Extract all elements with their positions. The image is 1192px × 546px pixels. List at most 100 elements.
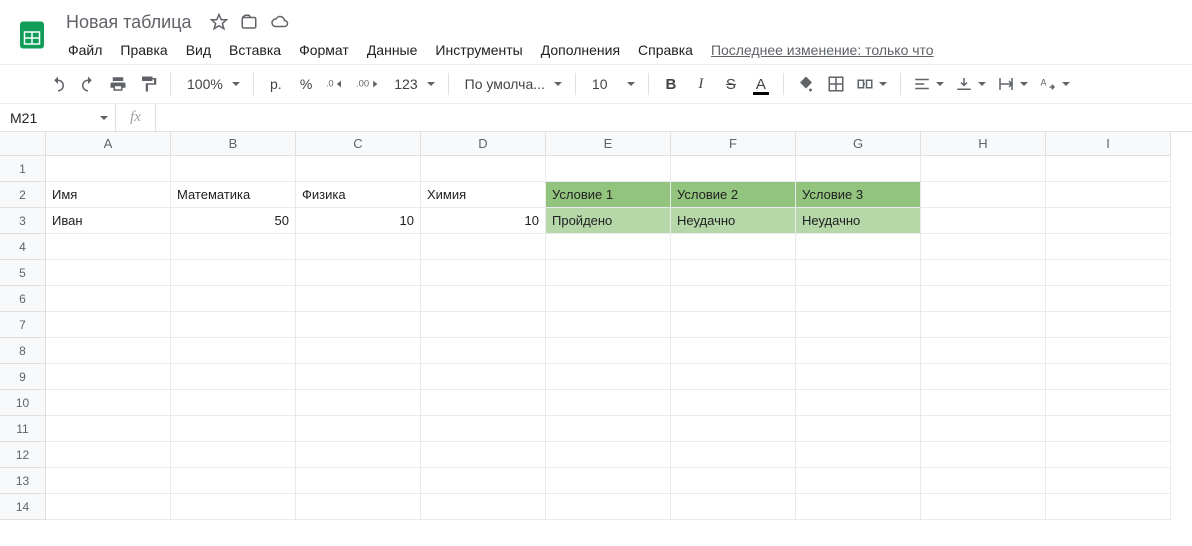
- cell[interactable]: [421, 364, 546, 390]
- menu-data[interactable]: Данные: [359, 38, 426, 62]
- cell[interactable]: [171, 234, 296, 260]
- menu-view[interactable]: Вид: [178, 38, 219, 62]
- menu-addons[interactable]: Дополнения: [533, 38, 628, 62]
- cell[interactable]: [671, 494, 796, 520]
- cloud-status-icon[interactable]: [270, 13, 290, 31]
- cell[interactable]: [296, 234, 421, 260]
- cell[interactable]: [1046, 208, 1171, 234]
- cell[interactable]: [296, 312, 421, 338]
- cell[interactable]: Условие 1: [546, 182, 671, 208]
- cell[interactable]: [171, 364, 296, 390]
- cell[interactable]: [921, 156, 1046, 182]
- menu-tools[interactable]: Инструменты: [427, 38, 530, 62]
- cell[interactable]: [546, 286, 671, 312]
- cell[interactable]: [296, 390, 421, 416]
- cell[interactable]: [296, 260, 421, 286]
- column-header[interactable]: A: [46, 132, 171, 156]
- cell[interactable]: [796, 442, 921, 468]
- cell[interactable]: [46, 312, 171, 338]
- text-rotation-button[interactable]: A: [1035, 70, 1075, 98]
- cell[interactable]: [46, 390, 171, 416]
- cell[interactable]: [296, 442, 421, 468]
- cell[interactable]: [921, 442, 1046, 468]
- cell[interactable]: [171, 494, 296, 520]
- cell[interactable]: [671, 442, 796, 468]
- menu-edit[interactable]: Правка: [112, 38, 175, 62]
- column-header[interactable]: E: [546, 132, 671, 156]
- cell[interactable]: [296, 416, 421, 442]
- cell[interactable]: Условие 2: [671, 182, 796, 208]
- cell[interactable]: Неудачно: [796, 208, 921, 234]
- paint-format-button[interactable]: [134, 70, 162, 98]
- cell[interactable]: [796, 364, 921, 390]
- cell[interactable]: [171, 390, 296, 416]
- cell[interactable]: Неудачно: [671, 208, 796, 234]
- cell[interactable]: [171, 286, 296, 312]
- row-header[interactable]: 6: [0, 286, 46, 312]
- cell[interactable]: [421, 442, 546, 468]
- cell[interactable]: [1046, 286, 1171, 312]
- cell[interactable]: [546, 156, 671, 182]
- cell[interactable]: [296, 494, 421, 520]
- strikethrough-button[interactable]: S: [717, 70, 745, 98]
- cell[interactable]: [46, 234, 171, 260]
- cell[interactable]: [796, 156, 921, 182]
- cell[interactable]: [796, 338, 921, 364]
- cell[interactable]: [46, 468, 171, 494]
- cell[interactable]: [1046, 156, 1171, 182]
- cell[interactable]: [1046, 338, 1171, 364]
- cell[interactable]: [921, 234, 1046, 260]
- cell[interactable]: Иван: [46, 208, 171, 234]
- decrease-decimal-button[interactable]: .0: [322, 70, 350, 98]
- cell[interactable]: [1046, 312, 1171, 338]
- row-header[interactable]: 14: [0, 494, 46, 520]
- cell[interactable]: [546, 494, 671, 520]
- cell[interactable]: [421, 468, 546, 494]
- cell[interactable]: [796, 234, 921, 260]
- cell[interactable]: [671, 390, 796, 416]
- cell[interactable]: [296, 338, 421, 364]
- cell[interactable]: Физика: [296, 182, 421, 208]
- cell[interactable]: [1046, 260, 1171, 286]
- column-header[interactable]: I: [1046, 132, 1171, 156]
- doc-title[interactable]: Новая таблица: [60, 10, 198, 35]
- cell[interactable]: [296, 286, 421, 312]
- cell[interactable]: [921, 390, 1046, 416]
- cell[interactable]: [421, 338, 546, 364]
- cell[interactable]: [171, 468, 296, 494]
- text-wrap-button[interactable]: [993, 70, 1033, 98]
- cell[interactable]: [46, 494, 171, 520]
- italic-button[interactable]: I: [687, 70, 715, 98]
- cell[interactable]: [796, 494, 921, 520]
- cell[interactable]: [421, 234, 546, 260]
- row-header[interactable]: 13: [0, 468, 46, 494]
- font-select[interactable]: По умолча...: [457, 70, 567, 98]
- cell[interactable]: [546, 234, 671, 260]
- horizontal-align-button[interactable]: [909, 70, 949, 98]
- cell[interactable]: [1046, 468, 1171, 494]
- column-header[interactable]: D: [421, 132, 546, 156]
- cell[interactable]: [921, 364, 1046, 390]
- text-color-button[interactable]: A: [747, 70, 775, 98]
- cell[interactable]: [46, 442, 171, 468]
- bold-button[interactable]: B: [657, 70, 685, 98]
- cell[interactable]: [546, 390, 671, 416]
- column-header[interactable]: B: [171, 132, 296, 156]
- vertical-align-button[interactable]: [951, 70, 991, 98]
- cell[interactable]: Химия: [421, 182, 546, 208]
- cell[interactable]: [796, 390, 921, 416]
- cell[interactable]: [921, 286, 1046, 312]
- cell[interactable]: [421, 390, 546, 416]
- cell[interactable]: 10: [421, 208, 546, 234]
- cell[interactable]: [921, 468, 1046, 494]
- cell[interactable]: 10: [296, 208, 421, 234]
- cell[interactable]: [46, 338, 171, 364]
- column-header[interactable]: G: [796, 132, 921, 156]
- column-header[interactable]: F: [671, 132, 796, 156]
- cell[interactable]: [671, 260, 796, 286]
- cell[interactable]: [1046, 364, 1171, 390]
- cell[interactable]: [671, 312, 796, 338]
- spreadsheet-grid[interactable]: ABCDEFGHI12ИмяМатематикаФизикаХимияУслов…: [0, 132, 1192, 520]
- cell[interactable]: [421, 416, 546, 442]
- redo-button[interactable]: [74, 70, 102, 98]
